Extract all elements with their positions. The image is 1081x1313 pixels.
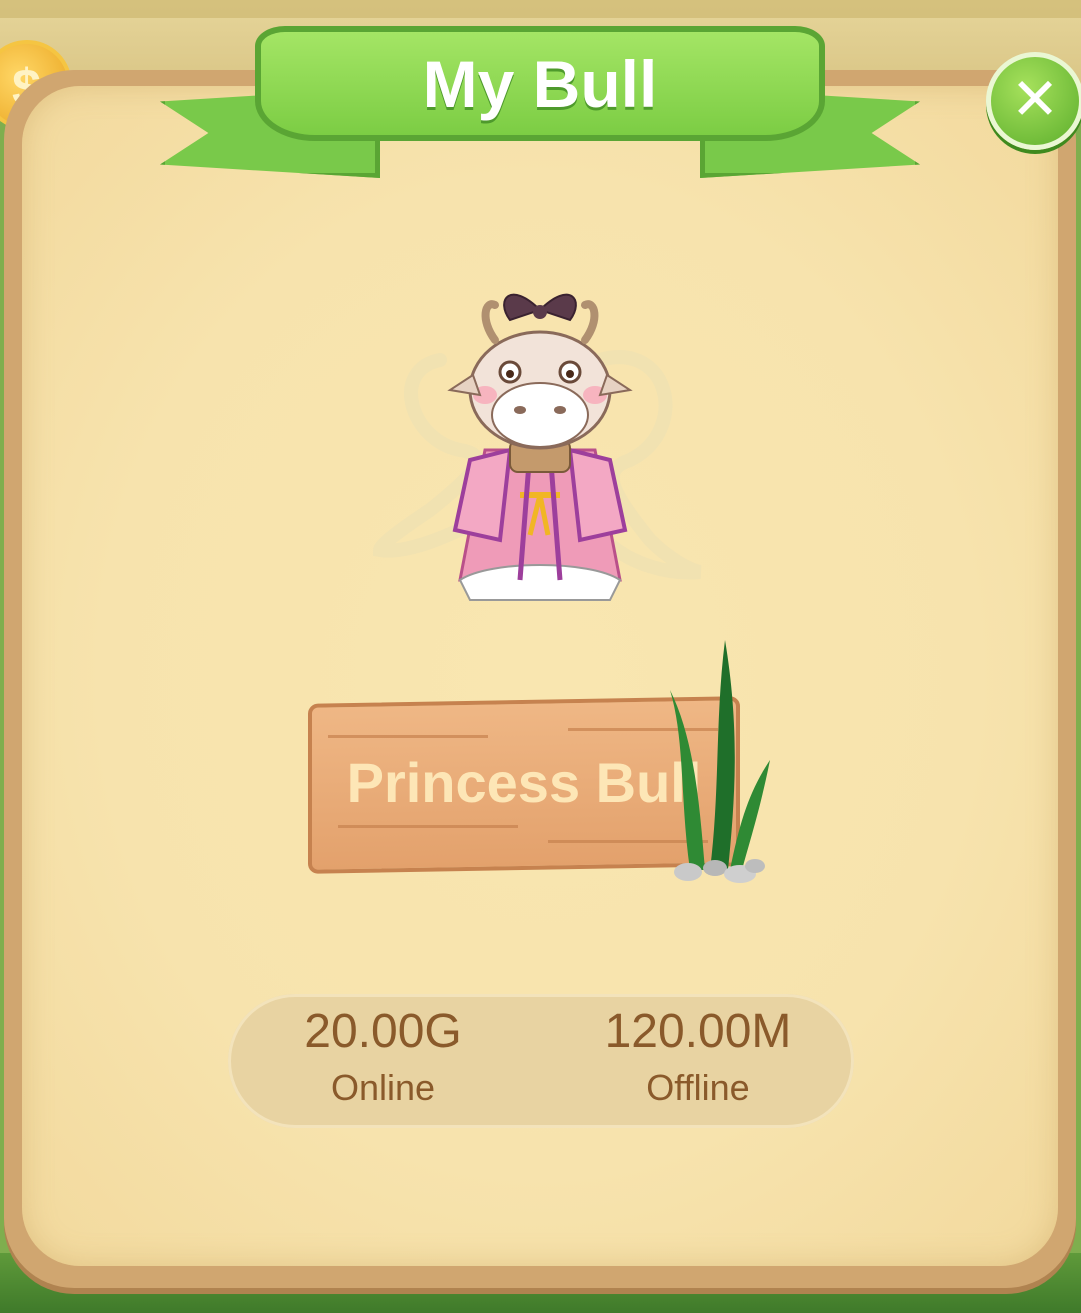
offline-value: 120.00M — [604, 1005, 792, 1058]
offline-label: Offline — [646, 1067, 750, 1108]
ribbon-banner: My Bull — [255, 26, 825, 141]
earnings-stats: 20.00G Online 120.00M Offline — [228, 994, 854, 1128]
close-icon: ✕ — [1010, 67, 1060, 132]
dialog-title: My Bull — [422, 47, 658, 121]
close-button[interactable]: ✕ — [986, 52, 1081, 150]
online-label: Online — [330, 1067, 436, 1108]
grass-decoration — [670, 640, 770, 883]
princess-bull-character — [372, 293, 702, 601]
offline-stat: 120.00M Offline — [548, 994, 848, 1109]
title-ribbon: My Bull — [160, 8, 920, 198]
online-stat: 20.00G Online — [233, 994, 533, 1109]
online-value: 20.00G — [304, 1005, 462, 1058]
